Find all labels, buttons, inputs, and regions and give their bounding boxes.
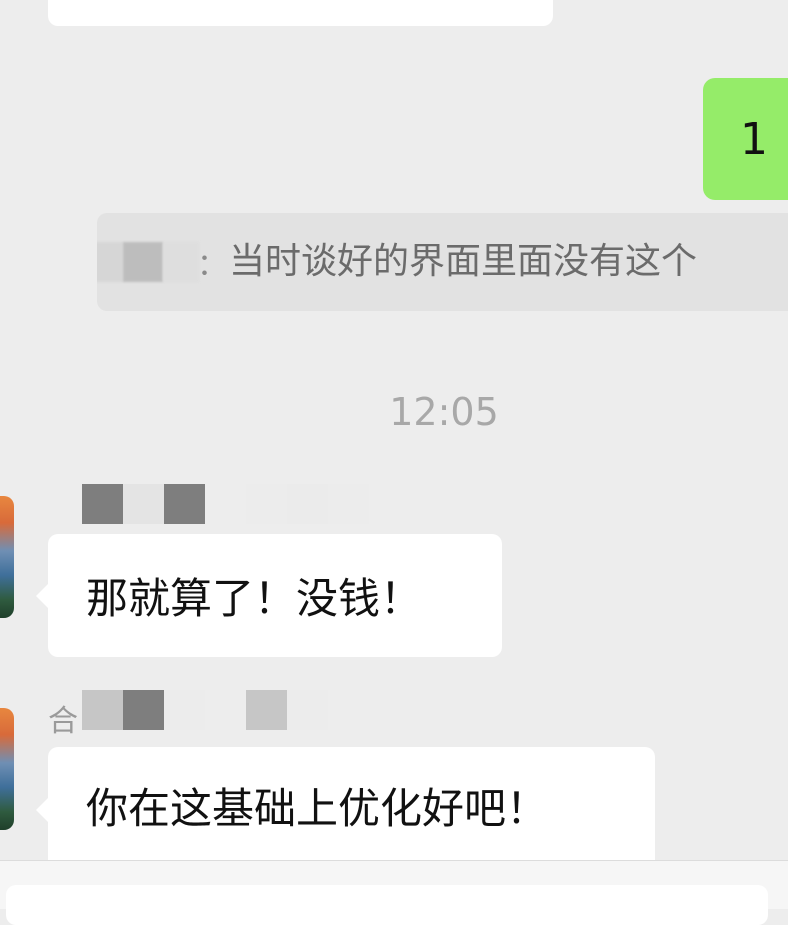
incoming-message-text: 你在这基础上优化好吧！ bbox=[86, 784, 549, 833]
blurred-block bbox=[328, 484, 369, 524]
blurred-block bbox=[287, 484, 328, 524]
quoted-message[interactable]: ： 当时谈好的界面里面没有这个 bbox=[97, 213, 788, 311]
outgoing-message-text: 1 bbox=[740, 113, 768, 165]
incoming-message-bubble[interactable]: 你在这基础上优化好吧！ bbox=[36, 747, 655, 860]
blurred-block bbox=[123, 690, 164, 730]
sender-name-blurred bbox=[82, 484, 369, 524]
sender-name-blurred bbox=[82, 690, 328, 730]
blurred-block bbox=[287, 690, 328, 730]
avatar[interactable] bbox=[0, 496, 14, 618]
sender-name-prefix: 合 bbox=[48, 704, 78, 739]
message-input[interactable] bbox=[6, 885, 768, 925]
chat-input-bar bbox=[0, 860, 788, 925]
blurred-block bbox=[82, 690, 123, 730]
quote-sender-name-blurred: ： bbox=[97, 213, 227, 311]
previous-message-bubble[interactable] bbox=[48, 0, 553, 26]
incoming-message-bubble[interactable]: 那就算了！没钱！ bbox=[36, 534, 502, 657]
blurred-block bbox=[164, 484, 205, 524]
incoming-message-text: 那就算了！没钱！ bbox=[86, 574, 423, 623]
message-timestamp: 12:05 bbox=[389, 390, 499, 434]
blurred-block bbox=[246, 484, 287, 524]
outgoing-message-bubble[interactable]: 1 bbox=[703, 78, 788, 200]
blurred-block bbox=[82, 484, 123, 524]
quote-text: 当时谈好的界面里面没有这个 bbox=[229, 241, 698, 282]
blurred-block bbox=[97, 242, 123, 282]
blurred-block bbox=[123, 484, 164, 524]
blurred-block bbox=[123, 242, 163, 282]
blurred-block bbox=[246, 690, 287, 730]
blurred-block bbox=[163, 242, 199, 282]
chat-message-list[interactable]: 1 ： 当时谈好的界面里面没有这个 12:05 那就算了！没钱！ 合 你在这基础… bbox=[0, 0, 788, 860]
blurred-block bbox=[164, 690, 205, 730]
quote-separator: ： bbox=[197, 248, 227, 283]
avatar[interactable] bbox=[0, 708, 14, 830]
